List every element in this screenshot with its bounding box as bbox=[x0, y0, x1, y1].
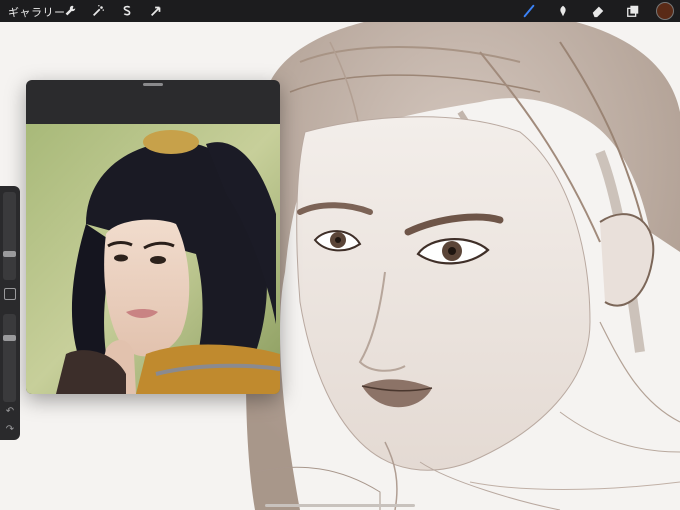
opacity-thumb[interactable] bbox=[3, 334, 16, 341]
arrow-cursor-icon bbox=[151, 6, 161, 16]
gallery-button[interactable]: ギャラリー bbox=[8, 4, 66, 20]
brush-size-thumb[interactable] bbox=[3, 251, 16, 258]
selection-button[interactable] bbox=[119, 3, 135, 19]
brush-icon bbox=[523, 4, 535, 18]
reference-drag-handle[interactable] bbox=[143, 83, 163, 86]
adjustments-button[interactable] bbox=[90, 3, 106, 19]
paint-button[interactable] bbox=[521, 3, 537, 19]
redo-icon[interactable]: ↷ bbox=[3, 424, 17, 436]
selection-s-icon bbox=[123, 5, 131, 16]
left-sidebar: ↶ ↷ bbox=[0, 186, 20, 440]
wrench-icon bbox=[65, 5, 76, 16]
opacity-slider[interactable] bbox=[3, 314, 16, 402]
home-indicator bbox=[265, 504, 415, 507]
brush-size-slider[interactable] bbox=[3, 192, 16, 280]
color-swatch-button[interactable] bbox=[656, 2, 674, 20]
layers-icon bbox=[627, 5, 639, 17]
transform-button[interactable] bbox=[148, 3, 164, 19]
smudge-button[interactable] bbox=[555, 3, 571, 19]
layers-button[interactable] bbox=[625, 3, 641, 19]
actions-button[interactable] bbox=[62, 3, 78, 19]
top-toolbar: ギャラリー bbox=[0, 0, 680, 22]
smudge-icon bbox=[560, 5, 566, 17]
undo-icon[interactable]: ↶ bbox=[3, 406, 17, 418]
erase-button[interactable] bbox=[590, 3, 606, 19]
eraser-icon bbox=[592, 6, 604, 18]
reference-photo bbox=[26, 124, 280, 394]
reference-window[interactable] bbox=[26, 80, 280, 394]
modify-button[interactable] bbox=[4, 288, 16, 300]
magic-wand-icon bbox=[93, 5, 104, 16]
